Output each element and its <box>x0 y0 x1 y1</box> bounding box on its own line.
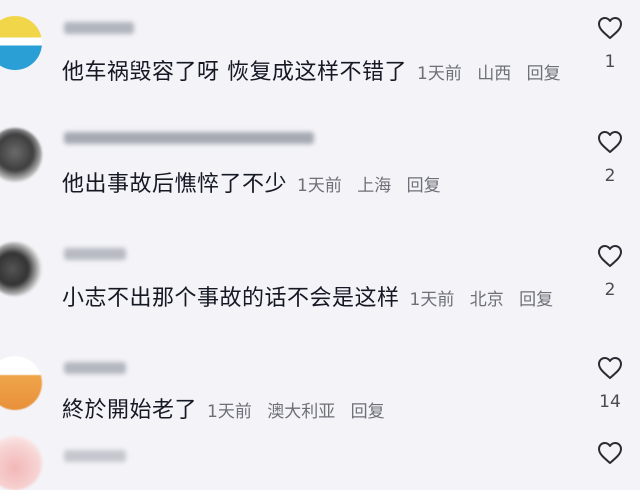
like-count: 14 <box>599 392 621 412</box>
comment-meta: 1天前 上海 回复 <box>297 171 451 196</box>
comment-time: 1天前 <box>417 64 462 84</box>
comment-text: 他车祸毁容了呀 恢复成这样不错了 <box>62 60 407 85</box>
comment-line: 他出事故后憔悴了不少 1天前 上海 回复 <box>62 166 451 198</box>
comment-text: 終於開始老了 <box>62 398 198 423</box>
like-count: 1 <box>604 52 616 72</box>
heart-icon[interactable] <box>597 356 623 380</box>
username-blurred[interactable] <box>64 362 126 374</box>
like-control[interactable]: 14 <box>590 356 630 412</box>
reply-button[interactable]: 回复 <box>527 64 561 84</box>
like-control[interactable] <box>590 441 630 465</box>
comment-text: 他出事故后憔悴了不少 <box>62 172 288 197</box>
avatar[interactable] <box>0 356 42 410</box>
comment-line: 他车祸毁容了呀 恢复成这样不错了 1天前 山西 回复 <box>62 54 571 86</box>
reply-button[interactable]: 回复 <box>407 176 441 196</box>
comment-time: 1天前 <box>207 402 252 422</box>
avatar[interactable] <box>0 128 42 182</box>
username-blurred[interactable] <box>64 132 314 144</box>
like-count: 2 <box>604 166 616 186</box>
avatar[interactable] <box>0 242 42 296</box>
comment-location: 山西 <box>477 64 512 84</box>
username-blurred[interactable] <box>64 450 126 462</box>
comment-location: 澳大利亚 <box>267 402 336 422</box>
avatar[interactable] <box>0 16 42 70</box>
heart-icon[interactable] <box>597 16 623 40</box>
comment-line: 終於開始老了 1天前 澳大利亚 回复 <box>62 392 395 424</box>
like-control[interactable]: 2 <box>590 130 630 186</box>
comment-line: 小志不出那个事故的话不会是这样 1天前 北京 回复 <box>62 280 563 312</box>
like-control[interactable]: 1 <box>590 16 630 72</box>
heart-icon[interactable] <box>597 441 623 465</box>
like-count: 2 <box>604 280 616 300</box>
username-blurred[interactable] <box>64 22 134 34</box>
comment-time: 1天前 <box>409 290 455 310</box>
comment-text: 小志不出那个事故的话不会是这样 <box>62 286 400 311</box>
comment-location: 上海 <box>357 176 392 196</box>
heart-icon[interactable] <box>597 244 623 268</box>
comment-meta: 1天前 北京 回复 <box>410 285 564 310</box>
comment-meta: 1天前 山西 回复 <box>417 59 571 84</box>
username-blurred[interactable] <box>64 248 126 260</box>
heart-icon[interactable] <box>597 130 623 154</box>
reply-button[interactable]: 回复 <box>351 402 385 422</box>
reply-button[interactable]: 回复 <box>519 290 553 310</box>
comment-time: 1天前 <box>297 176 342 196</box>
like-control[interactable]: 2 <box>590 244 630 300</box>
comment-location: 北京 <box>469 290 504 310</box>
comment-meta: 1天前 澳大利亚 回复 <box>207 397 395 422</box>
avatar[interactable] <box>0 436 42 490</box>
